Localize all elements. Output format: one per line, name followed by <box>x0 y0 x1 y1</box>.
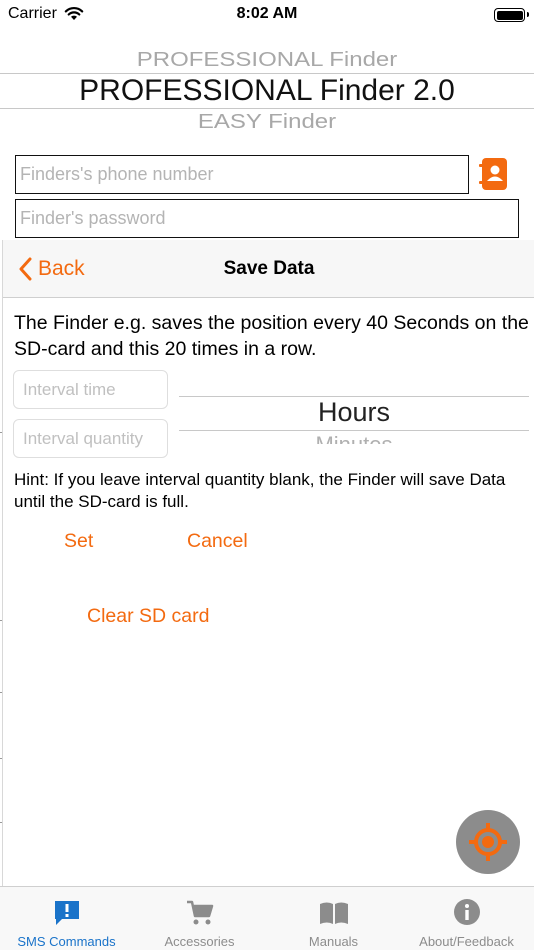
clear-sd-card-button[interactable]: Clear SD card <box>87 605 209 628</box>
password-field[interactable]: Finder's password <box>15 199 519 238</box>
unit-option-next[interactable]: Minutes <box>179 432 529 444</box>
picker-divider <box>0 108 534 109</box>
tab-sms-commands[interactable]: SMS Commands <box>0 887 133 950</box>
tab-manuals[interactable]: Manuals <box>267 887 400 950</box>
tab-bar: SMS Commands Accessories Manuals About/F… <box>0 886 534 950</box>
tab-label: About/Feedback <box>419 934 514 949</box>
status-time: 8:02 AM <box>236 5 298 22</box>
page-title: Save Data <box>223 258 315 279</box>
picker-divider <box>179 430 529 431</box>
picker-option-above[interactable]: PROFESSIONAL Finder <box>0 48 534 72</box>
info-icon <box>452 898 482 933</box>
locate-target-icon[interactable] <box>456 810 520 874</box>
contact-book-icon[interactable] <box>479 156 511 192</box>
hint-text: Hint: If you leave interval quantity bla… <box>14 470 506 511</box>
status-bar: Carrier 8:02 AM <box>0 0 534 30</box>
cancel-button[interactable]: Cancel <box>187 530 248 553</box>
tab-label: Manuals <box>308 934 359 949</box>
interval-quantity-input[interactable]: Interval quantity <box>13 419 168 458</box>
tab-label: SMS Commands <box>17 934 116 949</box>
phone-number-field[interactable]: Finders's phone number <box>15 155 469 194</box>
tab-label: Accessories <box>164 934 235 949</box>
picker-option-selected[interactable]: PROFESSIONAL Finder 2.0 <box>0 74 534 108</box>
book-icon <box>318 898 350 933</box>
time-unit-picker[interactable]: Hours Minutes <box>179 380 529 444</box>
device-type-picker[interactable]: PROFESSIONAL Finder PROFESSIONAL Finder … <box>0 38 534 148</box>
save-data-sheet: Back Save Data The Finder e.g. saves the… <box>2 240 534 886</box>
tab-about-feedback[interactable]: About/Feedback <box>400 887 533 950</box>
set-button[interactable]: Set <box>64 530 93 553</box>
picker-option-below[interactable]: EASY Finder <box>0 110 534 134</box>
tab-accessories[interactable]: Accessories <box>133 887 266 950</box>
description-text: The Finder e.g. saves the position every… <box>14 312 529 360</box>
unit-option-selected[interactable]: Hours <box>179 397 529 428</box>
cart-icon <box>185 898 215 933</box>
navigation-bar: Back Save Data <box>3 240 534 298</box>
battery-icon <box>494 8 529 22</box>
interval-time-input[interactable]: Interval time <box>13 370 168 409</box>
message-alert-icon <box>52 898 82 933</box>
